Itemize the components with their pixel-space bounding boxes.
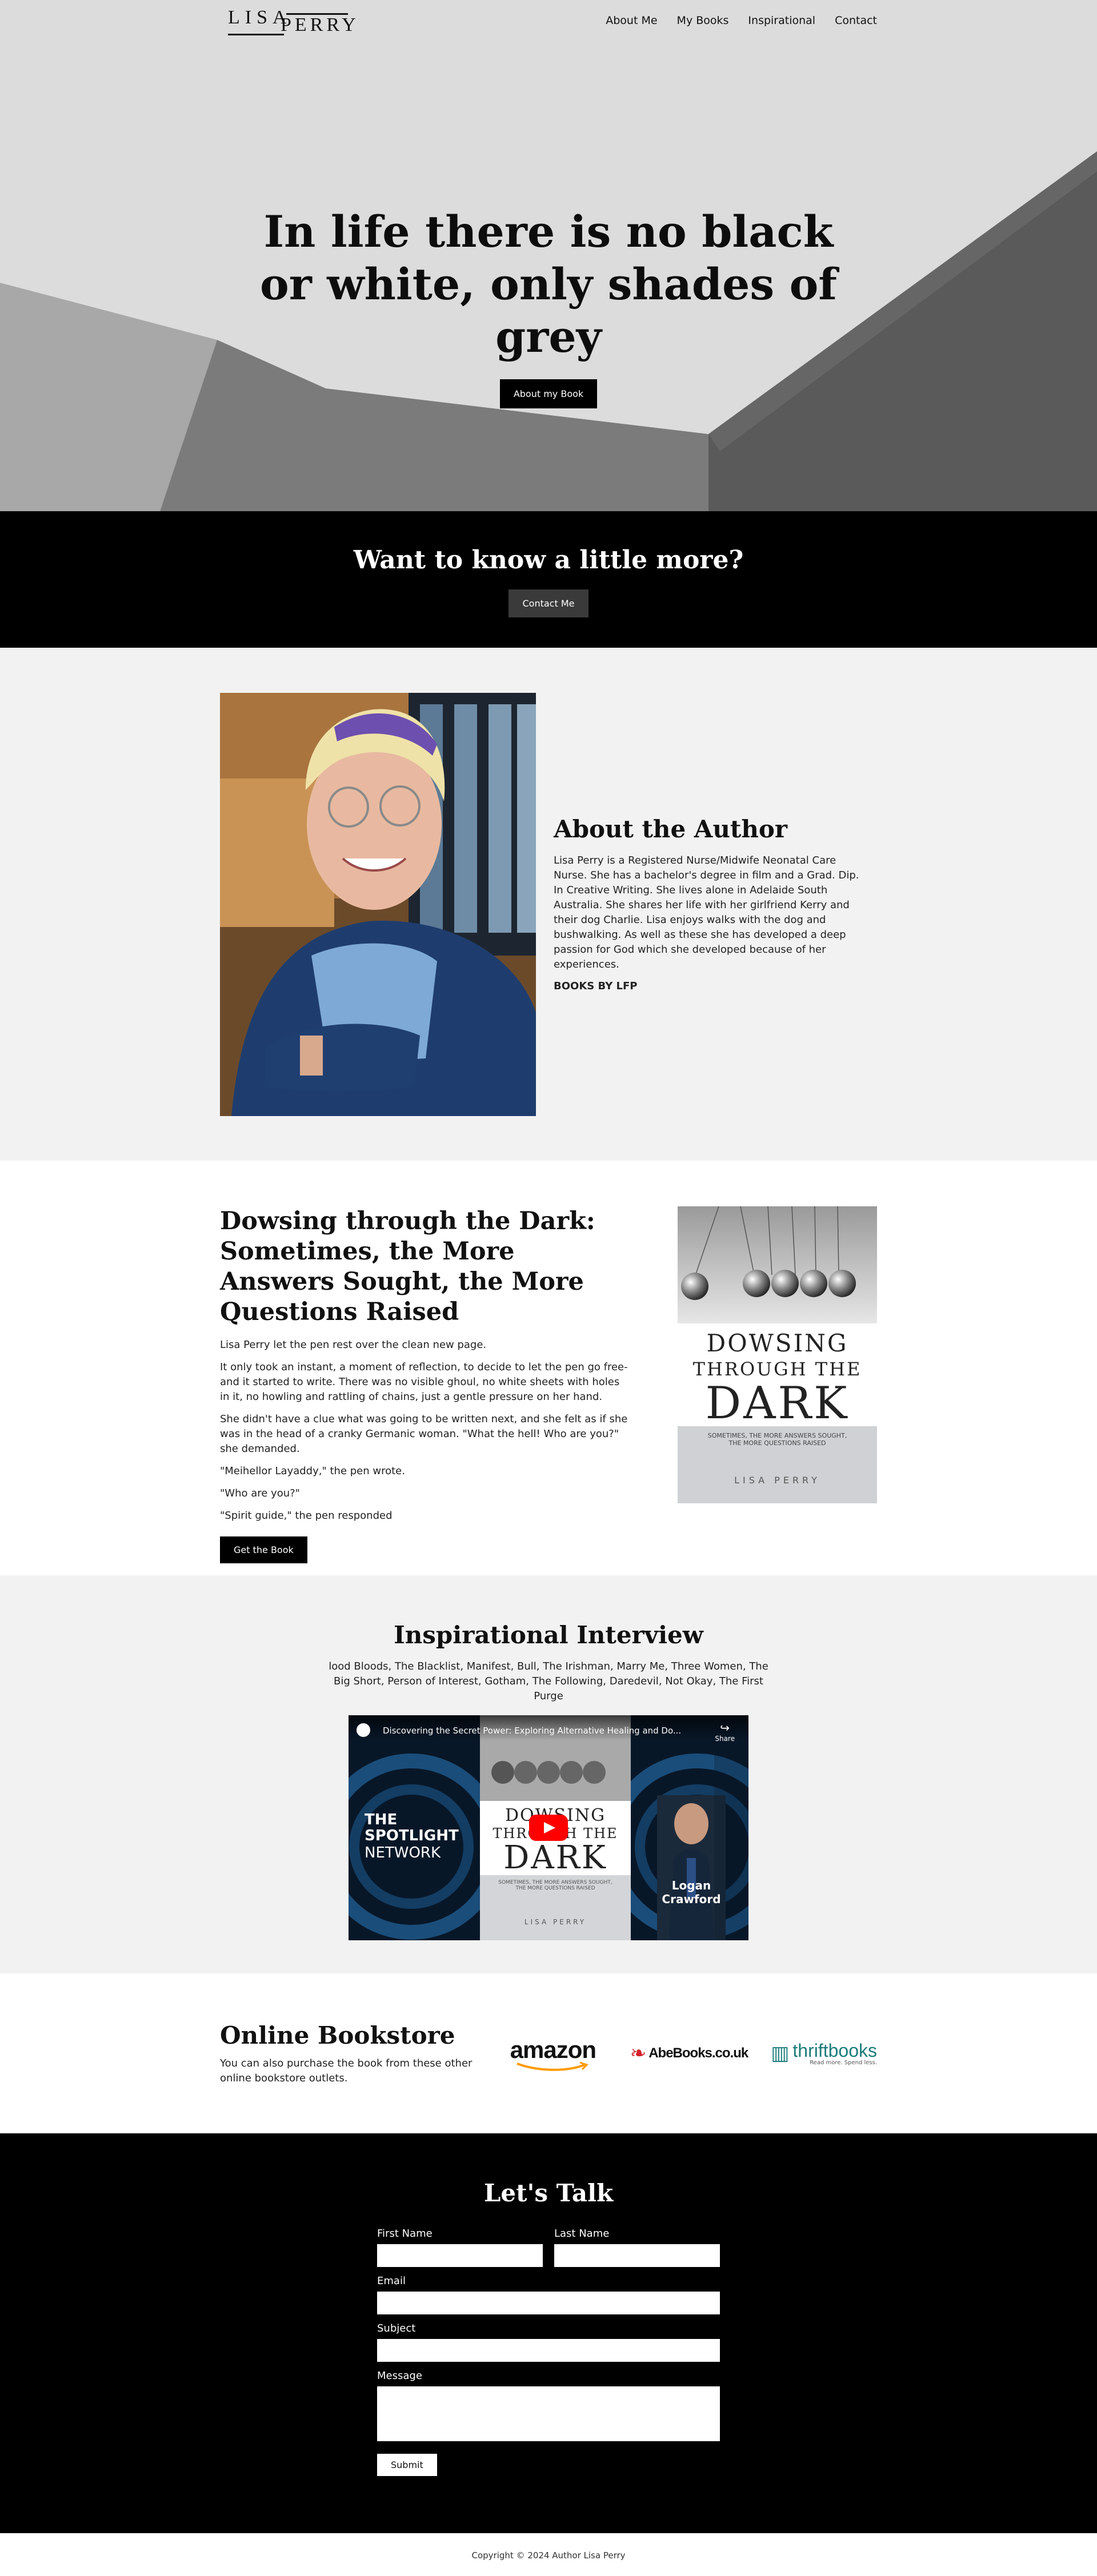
book-title: Dowsing through the Dark: Sometimes, the… — [220, 1207, 595, 1326]
cover-author: LISA PERRY — [734, 1475, 820, 1486]
host-name-label: Logan Crawford — [662, 1879, 721, 1906]
email-label: Email — [377, 2275, 406, 2287]
logo-bar — [228, 34, 284, 35]
message-group: Message — [377, 2370, 720, 2441]
network-text: SPOTLIGHT — [365, 1827, 459, 1844]
cover-subtitle-line: THE MORE QUESTIONS RAISED — [728, 1439, 826, 1447]
network-text: THE — [365, 1811, 398, 1828]
bookstore-body: You can also purchase the book from thes… — [220, 2057, 473, 2084]
youtube-play-button[interactable] — [529, 1815, 568, 1841]
video-cover-line: DARK — [503, 1839, 607, 1876]
message-textarea[interactable] — [377, 2386, 720, 2441]
bookstore-text-block: Online Bookstore You can also purchase t… — [220, 2021, 477, 2086]
cover-title-line: DOWSING — [706, 1329, 848, 1357]
main-menu: About Me My Books Inspirational Contact — [606, 14, 877, 27]
hero-section: LISA PERRY About Me My Books Inspiration… — [0, 0, 1097, 511]
youtube-video-embed[interactable]: Discovering the Secret Power: Exploring … — [349, 1715, 748, 1940]
play-icon — [544, 1822, 555, 1833]
book-paragraph: "Meihellor Layaddy," the pen wrote. — [220, 1465, 405, 1477]
copyright-text: Copyright © 2024 Author Lisa Perry — [471, 2550, 626, 2561]
cover-title-line: DARK — [705, 1378, 850, 1429]
hero-title: In life there is no black or white, only… — [260, 206, 837, 362]
book-paragraph: "Spirit guide," the pen responded — [220, 1510, 393, 1522]
contact-form: First Name Last Name Email Subject Messa… — [377, 2228, 720, 2476]
nav-item-about-me[interactable]: About Me — [606, 14, 657, 27]
video-cover-subtitle-line: SOMETIMES, THE MORE ANSWERS SOUGHT, — [498, 1880, 612, 1885]
book-paragraph: Lisa Perry let the pen rest over the cle… — [220, 1339, 487, 1351]
cover-text: DOWSING THROUGH THE DARK — [678, 1329, 877, 1427]
abebooks-wordmark: AbeBooks.co.uk — [648, 2045, 748, 2061]
book-text-block: Dowsing through the Dark: Sometimes, the… — [220, 1206, 631, 1563]
author-photo — [220, 692, 536, 1116]
nav-item-inspirational[interactable]: Inspirational — [748, 14, 815, 27]
amazon-smile-icon — [517, 2061, 588, 2071]
hero-content: In life there is no black or white, only… — [0, 206, 1097, 408]
share-icon: ↪ — [720, 1721, 730, 1735]
book-paragraph: It only took an instant, a moment of ref… — [220, 1361, 628, 1403]
video-cover-subtitle: SOMETIMES, THE MORE ANSWERS SOUGHT, THE … — [480, 1880, 631, 1891]
subject-input[interactable] — [377, 2339, 720, 2362]
first-name-label: First Name — [377, 2228, 433, 2240]
cover-subtitle-line: SOMETIMES, THE MORE ANSWERS SOUGHT, — [707, 1432, 847, 1439]
thriftbooks-icon: ▥ — [771, 2042, 790, 2065]
amazon-logo[interactable]: amazon — [510, 2036, 607, 2071]
channel-avatar-icon[interactable] — [357, 1723, 370, 1737]
about-body: Lisa Perry is a Registered Nurse/Midwife… — [554, 854, 859, 970]
contact-cta-section: Want to know a little more? Contact Me — [0, 511, 1097, 648]
subject-group: Subject — [377, 2322, 720, 2362]
network-text: NETWORK — [365, 1844, 441, 1861]
email-group: Email — [377, 2275, 720, 2314]
about-my-book-button[interactable]: About my Book — [499, 379, 598, 408]
abebooks-logo[interactable]: ❧ AbeBooks.co.uk — [630, 2042, 749, 2065]
share-control[interactable]: ↪ Share — [715, 1721, 735, 1743]
about-title: About the Author — [554, 814, 788, 843]
cover-subtitle: SOMETIMES, THE MORE ANSWERS SOUGHT, THE … — [678, 1432, 877, 1447]
last-name-label: Last Name — [554, 2228, 610, 2240]
cover-title-line: THROUGH THE — [692, 1358, 862, 1380]
logo-text-perry: PERRY — [281, 14, 359, 35]
book-section: Dowsing through the Dark: Sometimes, the… — [0, 1161, 1097, 1575]
first-name-group: First Name — [377, 2228, 543, 2267]
share-label: Share — [715, 1735, 735, 1743]
contact-title: Let's Talk — [483, 2179, 614, 2207]
contact-section: Let's Talk First Name Last Name Email Su… — [0, 2133, 1097, 2533]
thriftbooks-logo[interactable]: ▥ thriftbooks Read more. Spend less. — [771, 2041, 877, 2066]
books-by-label[interactable]: BOOKS BY LFP — [554, 979, 868, 994]
nav-item-my-books[interactable]: My Books — [677, 14, 729, 27]
top-navigation: LISA PERRY About Me My Books Inspiration… — [0, 0, 1097, 41]
interview-section: Inspirational Interview lood Bloods, The… — [0, 1575, 1097, 1973]
email-input[interactable] — [377, 2292, 720, 2314]
interview-title: Inspirational Interview — [394, 1621, 703, 1649]
book-paragraph: She didn't have a clue what was going to… — [220, 1413, 628, 1455]
book-cover: DOWSING THROUGH THE DARK SOMETIMES, THE … — [678, 1206, 877, 1503]
contact-me-button[interactable]: Contact Me — [508, 589, 589, 617]
video-title[interactable]: Discovering the Secret Power: Exploring … — [383, 1726, 703, 1736]
get-the-book-button[interactable]: Get the Book — [220, 1536, 307, 1563]
bookstore-title: Online Bookstore — [220, 2021, 455, 2049]
first-name-input[interactable] — [377, 2244, 543, 2267]
thriftbooks-wordmark: thriftbooks — [792, 2040, 877, 2061]
book-paragraph: "Who are you?" — [220, 1487, 300, 1499]
about-text-block: About the Author Lisa Perry is a Registe… — [554, 815, 868, 994]
submit-button[interactable]: Submit — [377, 2454, 437, 2476]
abebooks-bird-icon: ❧ — [630, 2042, 647, 2065]
interview-shows-text: lood Bloods, The Blacklist, Manifest, Bu… — [329, 1660, 768, 1702]
online-bookstore-section: Online Bookstore You can also purchase t… — [0, 1973, 1097, 2133]
cta-title: Want to know a little more? — [353, 545, 744, 575]
subject-label: Subject — [377, 2322, 416, 2334]
video-cover-author: LISA PERRY — [524, 1918, 587, 1926]
message-label: Message — [377, 2370, 422, 2382]
site-logo[interactable]: LISA PERRY — [220, 3, 374, 38]
nav-item-contact[interactable]: Contact — [835, 14, 877, 27]
amazon-wordmark: amazon — [510, 2036, 596, 2063]
footer: Copyright © 2024 Author Lisa Perry — [0, 2533, 1097, 2576]
last-name-input[interactable] — [554, 2244, 720, 2267]
about-author-section: About the Author Lisa Perry is a Registe… — [0, 648, 1097, 1161]
video-cover-subtitle-line: THE MORE QUESTIONS RAISED — [515, 1885, 595, 1891]
last-name-group: Last Name — [554, 2228, 720, 2267]
bookstore-logos: amazon ❧ AbeBooks.co.uk ▥ thriftbooks Re… — [510, 2036, 877, 2071]
spotlight-network-logo: THE SPOTLIGHT NETWORK — [365, 1812, 459, 1861]
